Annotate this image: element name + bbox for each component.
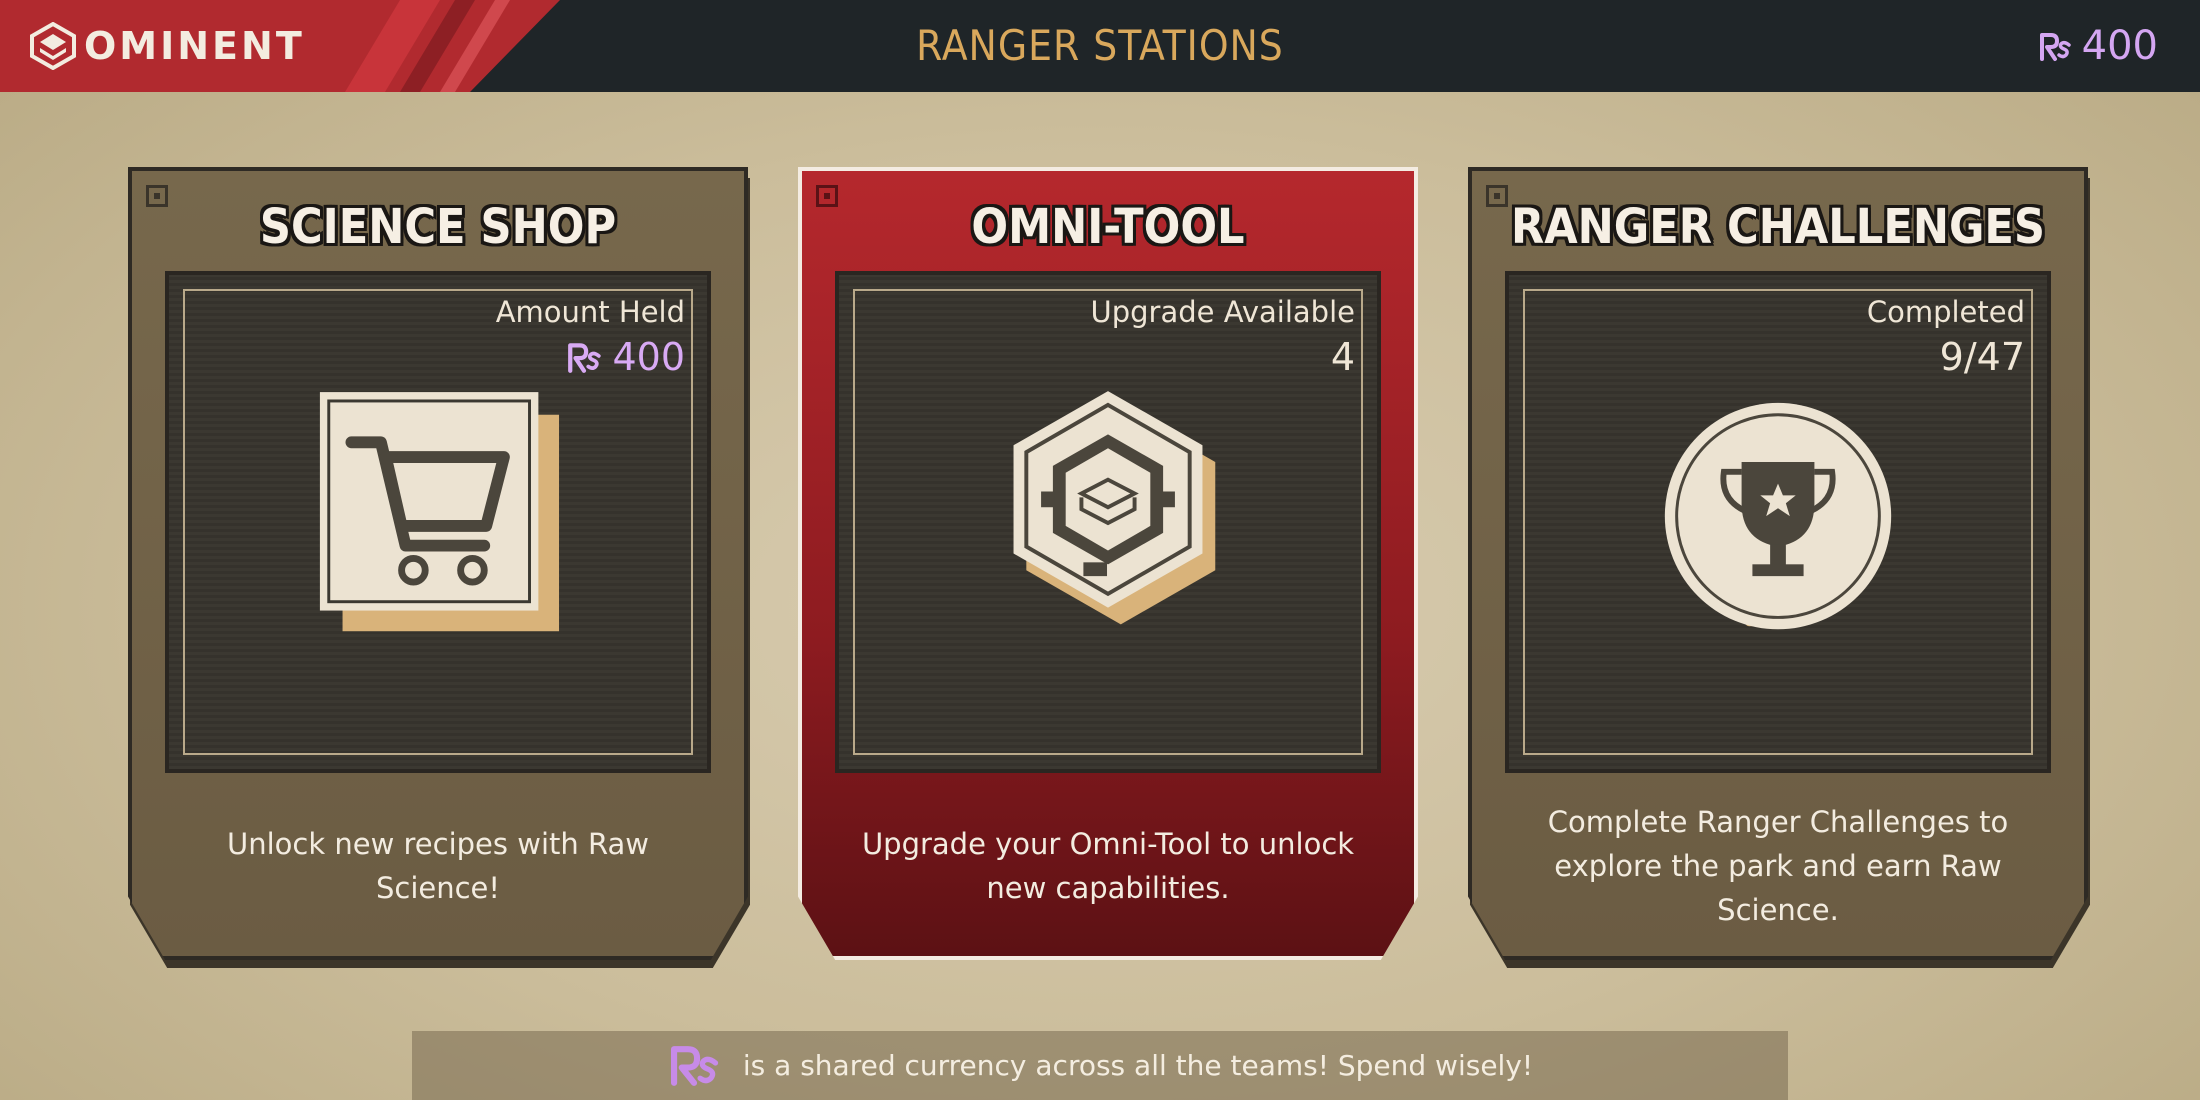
card-description: Upgrade your Omni-Tool to unlock new cap…: [861, 827, 1355, 905]
shopping-cart-icon: [319, 392, 560, 632]
currency-display: 400: [2038, 20, 2158, 72]
raw-science-icon: [670, 1045, 719, 1086]
top-bar: OMINENT RANGER STATIONS 400: [0, 0, 2200, 92]
card-panel: Completed 9/47: [1505, 271, 2051, 773]
footer-banner: is a shared currency across all the team…: [412, 1031, 1788, 1100]
footer-message: is a shared currency across all the team…: [742, 1049, 1534, 1082]
card-description: Complete Ranger Challenges to explore th…: [1547, 805, 2009, 927]
card-panel: Amount Held 400: [165, 271, 711, 773]
currency-amount: 400: [2081, 23, 2158, 69]
page-title: RANGER STATIONS: [916, 21, 1284, 70]
card-panel: Upgrade Available 4: [835, 271, 1381, 773]
ranger-challenges-card[interactable]: RANGER CHALLENGES Completed 9/47 Complet…: [1468, 167, 2088, 960]
card-title: RANGER CHALLENGES: [1510, 199, 2046, 255]
card-title: SCIENCE SHOP: [259, 199, 617, 255]
card-title: OMNI-TOOL: [971, 199, 1245, 255]
card-description: Unlock new recipes with Raw Science!: [227, 827, 649, 905]
science-shop-card[interactable]: SCIENCE SHOP Amount Held 400 Unlock new …: [128, 167, 748, 960]
raw-science-icon: [2039, 33, 2071, 61]
trophy-icon: [1664, 402, 1892, 630]
omni-tool-hexagon-icon: [1013, 391, 1216, 625]
omni-tool-card[interactable]: OMNI-TOOL Upgrade Available 4 Upgrade yo…: [798, 167, 1418, 960]
